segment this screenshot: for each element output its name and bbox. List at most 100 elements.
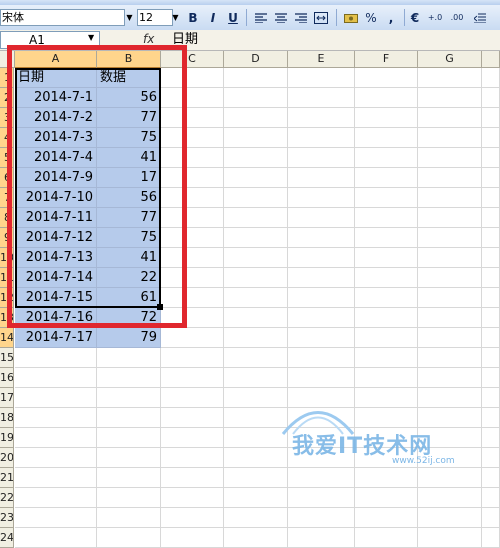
row-header[interactable]: 6 [0,168,14,188]
cell[interactable] [482,468,500,488]
cell[interactable] [418,208,482,228]
cell[interactable] [418,168,482,188]
row-header[interactable]: 19 [0,428,14,448]
row-header[interactable]: 23 [0,508,14,528]
cell[interactable]: 2014-7-12 [15,228,97,248]
cell[interactable] [482,148,500,168]
cell[interactable]: 2014-7-4 [15,148,97,168]
cell[interactable] [482,108,500,128]
cell[interactable] [15,508,97,528]
row-header[interactable]: 16 [0,368,14,388]
name-box[interactable]: A1 [0,31,100,49]
name-box-dropdown-icon[interactable]: ▼ [88,33,94,42]
euro-button[interactable]: € [405,8,425,27]
cell[interactable]: 41 [97,148,161,168]
cell[interactable]: 2014-7-14 [15,268,97,288]
underline-button[interactable]: U [223,8,243,27]
align-left-icon[interactable] [251,8,271,27]
cell[interactable]: 77 [97,208,161,228]
column-header-h[interactable] [482,51,500,68]
cell[interactable] [15,488,97,508]
row-header[interactable]: 22 [0,488,14,508]
cell[interactable] [355,528,418,548]
cell[interactable] [482,208,500,228]
cell[interactable] [355,108,418,128]
cell[interactable] [355,68,418,88]
row-header[interactable]: 20 [0,448,14,468]
cell[interactable] [161,428,224,448]
cell[interactable] [288,108,355,128]
column-header-f[interactable]: F [355,51,418,68]
cell[interactable] [161,168,224,188]
cell[interactable] [161,108,224,128]
cell[interactable] [355,128,418,148]
cell[interactable] [482,408,500,428]
cell[interactable]: 日期 [15,68,97,88]
cell[interactable] [418,388,482,408]
cell[interactable] [288,508,355,528]
cell[interactable]: 22 [97,268,161,288]
cell[interactable] [288,148,355,168]
currency-format-icon[interactable] [341,8,361,27]
cell[interactable]: 2014-7-9 [15,168,97,188]
cell[interactable] [161,348,224,368]
cell[interactable] [355,288,418,308]
cell[interactable] [97,368,161,388]
cell[interactable] [482,288,500,308]
cell[interactable] [15,408,97,428]
cell[interactable]: 61 [97,288,161,308]
cell[interactable] [224,268,288,288]
row-header[interactable]: 2 [0,88,14,108]
cell[interactable] [482,448,500,468]
row-header[interactable]: 7 [0,188,14,208]
cell[interactable] [418,348,482,368]
cell[interactable] [418,288,482,308]
cell[interactable] [418,268,482,288]
cell[interactable] [482,68,500,88]
cell[interactable] [482,388,500,408]
cell[interactable] [224,208,288,228]
cell[interactable]: 2014-7-3 [15,128,97,148]
cell[interactable] [224,468,288,488]
cell[interactable] [288,368,355,388]
cell[interactable] [288,328,355,348]
cell[interactable] [355,308,418,328]
cell[interactable] [161,408,224,428]
cell[interactable] [224,108,288,128]
row-header[interactable]: 21 [0,468,14,488]
cell[interactable] [224,188,288,208]
cell[interactable] [418,188,482,208]
cell[interactable] [355,88,418,108]
column-header-e[interactable]: E [288,51,355,68]
cell[interactable] [288,468,355,488]
cell[interactable] [161,368,224,388]
cell[interactable] [418,68,482,88]
cell[interactable]: 17 [97,168,161,188]
cell[interactable] [97,488,161,508]
cell[interactable] [482,188,500,208]
percent-style-button[interactable]: % [361,8,381,27]
cell[interactable]: 56 [97,188,161,208]
cell[interactable] [482,248,500,268]
cell[interactable] [355,508,418,528]
cell[interactable] [15,468,97,488]
cell[interactable]: 75 [97,228,161,248]
cell[interactable] [97,388,161,408]
cell[interactable] [224,328,288,348]
cell[interactable] [224,308,288,328]
cell[interactable] [482,368,500,388]
cell[interactable]: 41 [97,248,161,268]
cell[interactable] [161,468,224,488]
fill-handle[interactable] [157,304,163,310]
cell[interactable] [288,528,355,548]
select-all-corner[interactable] [0,51,15,68]
cell[interactable] [15,528,97,548]
cell[interactable] [355,368,418,388]
comma-style-button[interactable]: , [381,8,401,27]
row-header[interactable]: 18 [0,408,14,428]
cell[interactable] [482,128,500,148]
cell[interactable]: 75 [97,128,161,148]
cell[interactable] [97,468,161,488]
cell[interactable] [15,388,97,408]
cell[interactable] [482,528,500,548]
